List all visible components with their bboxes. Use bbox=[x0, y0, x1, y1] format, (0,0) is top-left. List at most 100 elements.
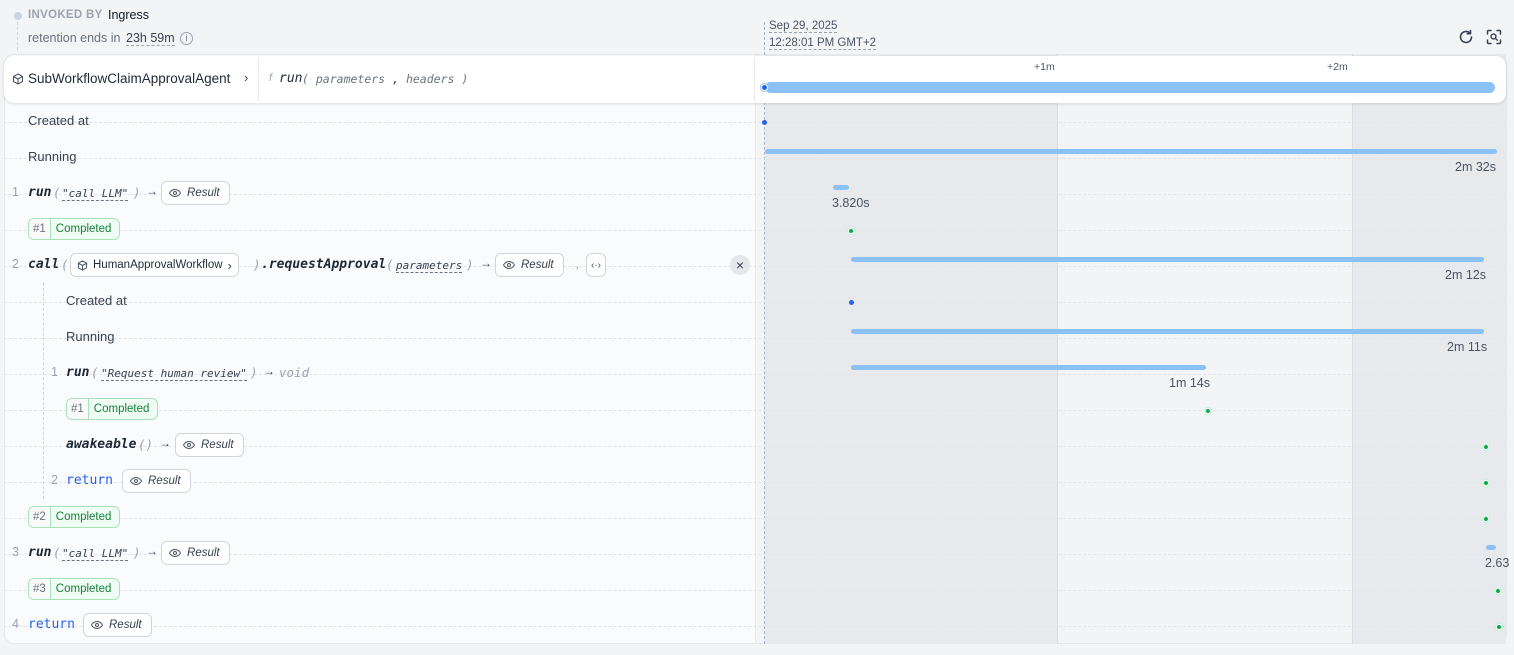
timeline-start-line bbox=[764, 22, 765, 644]
open-paren: ( bbox=[91, 365, 99, 380]
step-fn-run: run bbox=[28, 545, 52, 560]
row-divider bbox=[4, 302, 1506, 303]
row-divider bbox=[4, 626, 1506, 627]
tick-label-1m: +1m bbox=[1034, 61, 1055, 73]
chevron-right-icon: › bbox=[227, 257, 232, 273]
code-icon: ‹·› bbox=[591, 259, 601, 271]
nested-step1-span-bar[interactable] bbox=[851, 365, 1206, 370]
step-arg[interactable]: "Request human review" bbox=[101, 367, 247, 381]
code-toggle-button[interactable]: ‹·› bbox=[586, 253, 606, 277]
arrow-icon: → bbox=[263, 364, 275, 378]
step-number: 2 bbox=[51, 473, 58, 487]
nested-running-span-bar[interactable] bbox=[851, 329, 1484, 334]
arrow-icon: → bbox=[146, 184, 158, 198]
result-button[interactable]: Result bbox=[122, 469, 191, 493]
row-divider bbox=[4, 338, 1506, 339]
nested-running-duration: 2m 11s bbox=[1447, 340, 1488, 354]
step2-completed-marker bbox=[1483, 516, 1489, 522]
service-cube-icon bbox=[77, 259, 88, 271]
nested-running-label: Running bbox=[66, 329, 115, 344]
step3-span-bar[interactable] bbox=[1486, 545, 1496, 550]
timeline-start-date: Sep 29, 2025 bbox=[769, 20, 838, 33]
invocation-start-marker bbox=[761, 84, 768, 91]
step3-completed-marker bbox=[1495, 588, 1501, 594]
param-headers: headers bbox=[405, 72, 455, 86]
invoked-by-label: INVOKED BY bbox=[28, 9, 103, 21]
eye-icon bbox=[183, 441, 195, 449]
tick-label-2m: +2m bbox=[1327, 61, 1348, 73]
chevron-right-icon[interactable]: › bbox=[244, 70, 248, 85]
eye-icon bbox=[169, 549, 181, 557]
method-name: .requestApproval bbox=[261, 257, 387, 272]
attempt-number: #3 bbox=[29, 579, 51, 599]
status-badge[interactable]: #3 Completed bbox=[28, 578, 121, 600]
arrow-icon: → bbox=[480, 256, 492, 270]
step-number: 1 bbox=[51, 365, 58, 379]
nested-step1-duration: 1m 14s bbox=[1169, 376, 1210, 390]
step-number: 2 bbox=[12, 257, 19, 271]
info-icon[interactable]: i bbox=[180, 32, 193, 45]
refresh-icon[interactable] bbox=[1457, 28, 1475, 46]
gridline-1m bbox=[1057, 54, 1058, 644]
handler-name[interactable]: run bbox=[279, 71, 302, 86]
row-divider bbox=[4, 590, 1506, 591]
row-divider bbox=[4, 410, 1506, 411]
attempt-number: #1 bbox=[29, 219, 51, 239]
open-paren: ( bbox=[53, 545, 61, 560]
eye-icon bbox=[169, 189, 181, 197]
step-fn-call: call bbox=[28, 257, 60, 272]
result-button[interactable]: Result bbox=[495, 253, 564, 277]
result-label: Result bbox=[201, 439, 234, 451]
step3-duration: 2.63 bbox=[1485, 556, 1510, 570]
function-icon: f bbox=[269, 72, 273, 84]
row-divider bbox=[4, 518, 1506, 519]
service-chip[interactable]: HumanApprovalWorkflow › bbox=[70, 253, 239, 277]
open-paren: ( bbox=[386, 257, 394, 272]
step-number: 1 bbox=[12, 185, 19, 199]
retention-label: retention ends in bbox=[28, 31, 121, 45]
eye-icon bbox=[91, 621, 103, 629]
step-arg[interactable]: "call LLM" bbox=[62, 187, 129, 201]
awakeable-marker bbox=[1483, 444, 1489, 450]
empty-parens: () bbox=[138, 437, 154, 452]
result-button[interactable]: Result bbox=[175, 433, 244, 457]
status-badge[interactable]: #1 Completed bbox=[66, 398, 159, 420]
open-paren: ( bbox=[53, 185, 61, 200]
nested-step1-completed-marker bbox=[1205, 408, 1211, 414]
status-badge[interactable]: #1 Completed bbox=[28, 218, 121, 240]
result-button[interactable]: Result bbox=[161, 541, 230, 565]
service-name[interactable]: SubWorkflowClaimApprovalAgent bbox=[28, 71, 230, 86]
step-arg[interactable]: "call LLM" bbox=[62, 547, 129, 561]
close-paren: ) bbox=[133, 545, 141, 560]
close-icon[interactable]: × bbox=[730, 255, 750, 275]
status-text: Completed bbox=[93, 403, 150, 415]
handler-params: ( parameters , headers ) bbox=[302, 72, 468, 86]
result-button[interactable]: Result bbox=[83, 613, 152, 637]
step2-span-bar[interactable] bbox=[851, 257, 1484, 262]
step-number: 4 bbox=[12, 617, 19, 631]
close-paren: ) bbox=[250, 365, 258, 380]
open-paren: ( bbox=[302, 72, 309, 86]
service-cube-icon bbox=[12, 73, 24, 85]
close-paren: ) bbox=[466, 257, 474, 272]
step1-duration: 3.820s bbox=[832, 196, 870, 210]
eye-icon bbox=[503, 261, 515, 269]
eye-icon bbox=[130, 477, 142, 485]
running-span-bar[interactable] bbox=[765, 149, 1497, 154]
result-button[interactable]: Result bbox=[161, 181, 230, 205]
step-fn-awakeable: awakeable bbox=[66, 437, 137, 452]
zoom-fit-icon[interactable] bbox=[1485, 28, 1503, 46]
invocation-span-bar[interactable] bbox=[765, 82, 1495, 93]
service-name: HumanApprovalWorkflow bbox=[93, 259, 223, 271]
step-arg[interactable]: parameters bbox=[396, 259, 463, 273]
step1-span-bar[interactable] bbox=[833, 185, 849, 190]
retention-value[interactable]: 23h 59m bbox=[126, 31, 175, 46]
status-text: Completed bbox=[55, 223, 112, 235]
status-badge[interactable]: #2 Completed bbox=[28, 506, 121, 528]
open-paren: ( bbox=[61, 257, 69, 272]
arrow-icon: → bbox=[146, 544, 158, 558]
comma: , bbox=[576, 257, 580, 271]
target-divider bbox=[258, 58, 259, 101]
gridline-2m bbox=[1352, 54, 1353, 644]
param-comma: , bbox=[392, 72, 399, 86]
